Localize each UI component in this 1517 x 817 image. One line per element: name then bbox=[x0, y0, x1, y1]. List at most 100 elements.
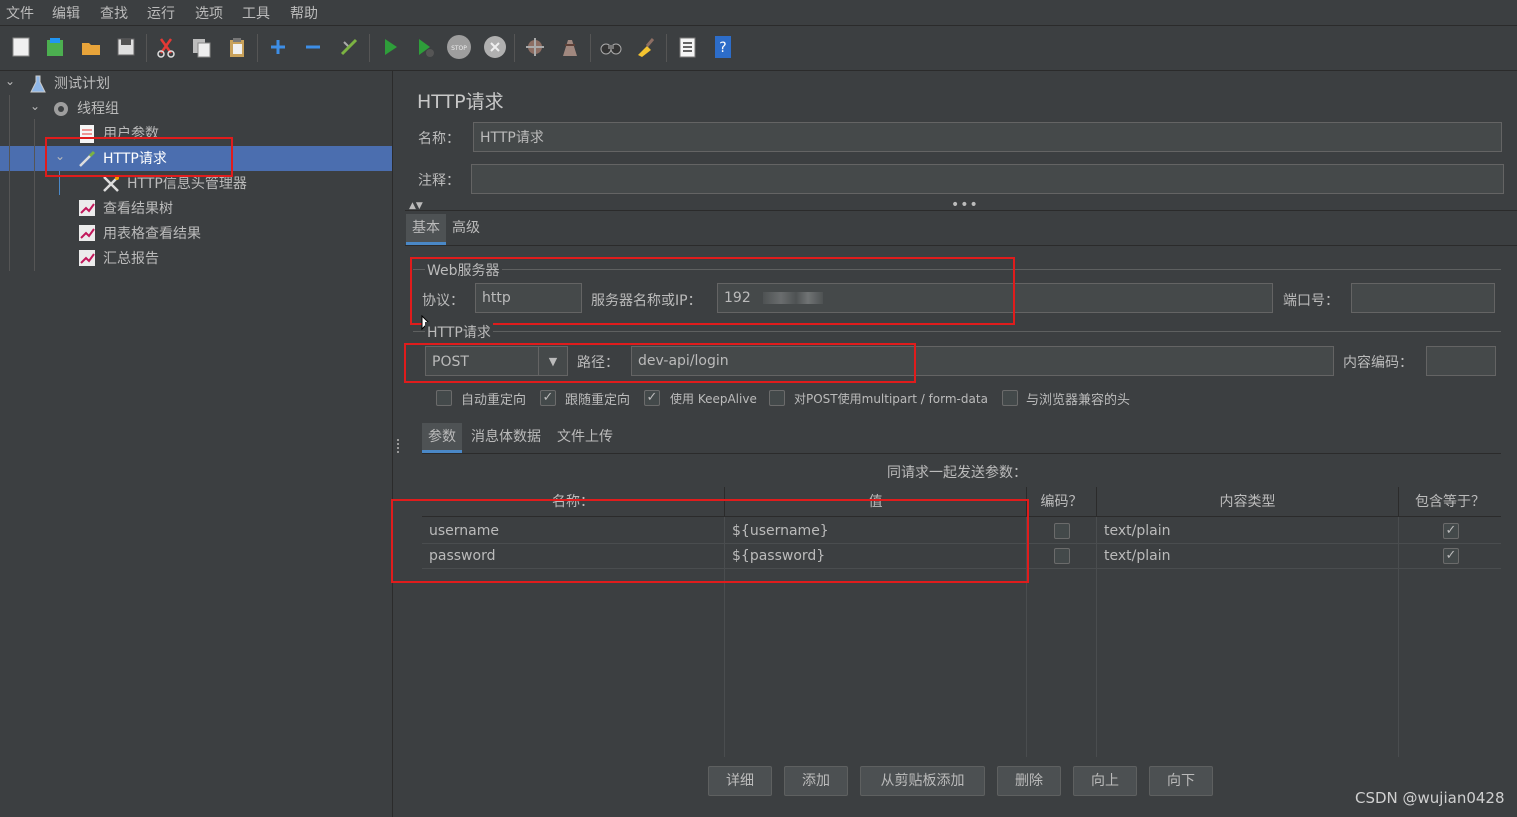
multipart-checkbox[interactable] bbox=[769, 390, 785, 406]
encoding-label: 内容编码： bbox=[1343, 355, 1413, 371]
menu-file[interactable]: 文件 bbox=[6, 3, 34, 23]
tree-item-table-results[interactable]: 用表格查看结果 bbox=[77, 222, 201, 246]
content-type-cell[interactable]: text/plain bbox=[1097, 544, 1397, 569]
reset-search-icon[interactable] bbox=[633, 34, 659, 60]
toggle-icon[interactable] bbox=[336, 34, 362, 60]
column-header-encode[interactable]: 编码？ bbox=[1027, 487, 1097, 517]
tree-guide-line bbox=[59, 171, 60, 195]
add-from-clipboard-button[interactable]: 从剪贴板添加 bbox=[860, 766, 985, 796]
start-no-pause-icon[interactable] bbox=[412, 34, 438, 60]
include-equals-checkbox[interactable]: ✓ bbox=[1443, 523, 1459, 539]
save-icon[interactable] bbox=[113, 34, 139, 60]
tree-item-label: HTTP请求 bbox=[103, 151, 167, 167]
split-pane-divider[interactable] bbox=[392, 71, 406, 817]
delete-button[interactable]: 删除 bbox=[997, 766, 1061, 796]
tree-item-header-manager[interactable]: HTTP信息头管理器 bbox=[101, 172, 247, 196]
svg-text:?: ? bbox=[719, 40, 726, 56]
group-border bbox=[413, 269, 1501, 270]
server-input[interactable]: 192 bbox=[717, 283, 1273, 313]
help-icon[interactable]: ? bbox=[710, 34, 736, 60]
graph-icon bbox=[77, 249, 97, 269]
follow-redirect-checkbox[interactable]: ✓ bbox=[540, 390, 556, 406]
column-header-content-type[interactable]: 内容类型 bbox=[1097, 487, 1399, 517]
menu-run[interactable]: 运行 bbox=[147, 3, 175, 23]
search-icon[interactable] bbox=[598, 34, 624, 60]
move-down-button[interactable]: 向下 bbox=[1149, 766, 1213, 796]
graph-icon bbox=[77, 224, 97, 244]
start-icon[interactable] bbox=[377, 34, 403, 60]
column-header-name[interactable]: 名称： bbox=[422, 487, 725, 517]
menu-search[interactable]: 查找 bbox=[100, 3, 128, 23]
method-select[interactable]: POST ▼ bbox=[425, 346, 568, 376]
chevron-down-icon[interactable]: ⌄ bbox=[5, 74, 15, 88]
function-helper-icon[interactable] bbox=[674, 34, 700, 60]
document-icon bbox=[77, 124, 97, 144]
open-icon[interactable] bbox=[78, 34, 104, 60]
tree-item-test-plan[interactable]: 测试计划 bbox=[28, 72, 110, 96]
comment-input[interactable] bbox=[471, 164, 1504, 194]
keepalive-checkbox[interactable]: ✓ bbox=[644, 390, 660, 406]
shutdown-icon[interactable] bbox=[482, 34, 508, 60]
move-up-button[interactable]: 向上 bbox=[1073, 766, 1137, 796]
stop-icon[interactable]: STOP bbox=[446, 34, 472, 60]
copy-icon[interactable] bbox=[188, 34, 214, 60]
expand-icon[interactable] bbox=[265, 34, 291, 60]
menu-options[interactable]: 选项 bbox=[195, 3, 223, 23]
chevron-down-icon[interactable]: ⌄ bbox=[55, 149, 65, 163]
tools-icon bbox=[101, 174, 121, 194]
new-icon[interactable] bbox=[8, 34, 34, 60]
column-header-value[interactable]: 值 bbox=[725, 487, 1027, 517]
add-button[interactable]: 添加 bbox=[784, 766, 848, 796]
encode-checkbox[interactable] bbox=[1054, 548, 1070, 564]
content-type-cell[interactable]: text/plain bbox=[1097, 519, 1397, 544]
menu-tools[interactable]: 工具 bbox=[242, 3, 270, 23]
tab-basic[interactable]: 基本 bbox=[406, 214, 446, 245]
param-name-cell[interactable]: username bbox=[422, 519, 724, 544]
tab-parameters[interactable]: 参数 bbox=[422, 423, 462, 453]
tree-item-thread-group[interactable]: 线程组 bbox=[51, 97, 119, 121]
http-request-panel: HTTP请求 名称： HTTP请求 注释： ▲▼ ••• 基本 高级 Web服务… bbox=[391, 71, 1517, 817]
clear-all-icon[interactable] bbox=[557, 34, 583, 60]
menu-edit[interactable]: 编辑 bbox=[52, 3, 80, 23]
path-input[interactable]: dev-api/login bbox=[631, 346, 1334, 376]
chevron-down-icon[interactable]: ▼ bbox=[538, 347, 567, 375]
tab-file-upload[interactable]: 文件上传 bbox=[551, 423, 619, 451]
auto-redirect-label: 自动重定向 bbox=[461, 393, 527, 408]
browser-headers-checkbox[interactable] bbox=[1002, 390, 1018, 406]
param-value-cell[interactable]: ${username} bbox=[725, 519, 1026, 544]
encoding-input[interactable] bbox=[1426, 346, 1496, 376]
collapse-icon[interactable] bbox=[300, 34, 326, 60]
tree-item-result-tree[interactable]: 查看结果树 bbox=[77, 197, 173, 221]
protocol-input[interactable]: http bbox=[475, 283, 582, 313]
pipette-icon bbox=[77, 149, 97, 169]
name-input[interactable]: HTTP请求 bbox=[473, 122, 1502, 152]
menu-help[interactable]: 帮助 bbox=[290, 3, 318, 23]
port-input[interactable] bbox=[1351, 283, 1495, 313]
chevron-down-icon[interactable]: ⌄ bbox=[30, 99, 40, 113]
cut-icon[interactable] bbox=[153, 34, 179, 60]
tree-item-summary-report[interactable]: 汇总报告 bbox=[77, 247, 159, 271]
param-name-cell[interactable]: password bbox=[422, 544, 724, 569]
splitter-grip[interactable] bbox=[397, 439, 402, 453]
tree-item-label: 线程组 bbox=[77, 101, 119, 117]
clear-icon[interactable] bbox=[522, 34, 548, 60]
include-equals-checkbox[interactable]: ✓ bbox=[1443, 548, 1459, 564]
tree-item-label: HTTP信息头管理器 bbox=[127, 176, 247, 192]
row-divider bbox=[422, 568, 1501, 569]
detail-button[interactable]: 详细 bbox=[708, 766, 772, 796]
column-header-include-equals[interactable]: 包含等于？ bbox=[1399, 487, 1501, 517]
tab-advanced[interactable]: 高级 bbox=[446, 214, 486, 242]
templates-icon[interactable] bbox=[42, 34, 68, 60]
web-server-legend: Web服务器 bbox=[425, 260, 502, 280]
comment-label: 注释： bbox=[418, 173, 460, 189]
auto-redirect-checkbox[interactable] bbox=[436, 390, 452, 406]
tab-body-data[interactable]: 消息体数据 bbox=[465, 423, 547, 451]
tree-item-user-params[interactable]: 用户参数 bbox=[77, 122, 159, 146]
encode-checkbox[interactable] bbox=[1054, 523, 1070, 539]
tree-item-http-request[interactable]: HTTP请求 bbox=[77, 147, 167, 171]
paste-icon[interactable] bbox=[224, 34, 250, 60]
tree-item-label: 汇总报告 bbox=[103, 251, 159, 267]
tree-guide-line bbox=[9, 95, 10, 271]
param-value-cell[interactable]: ${password} bbox=[725, 544, 1026, 569]
column-divider bbox=[1026, 517, 1027, 757]
